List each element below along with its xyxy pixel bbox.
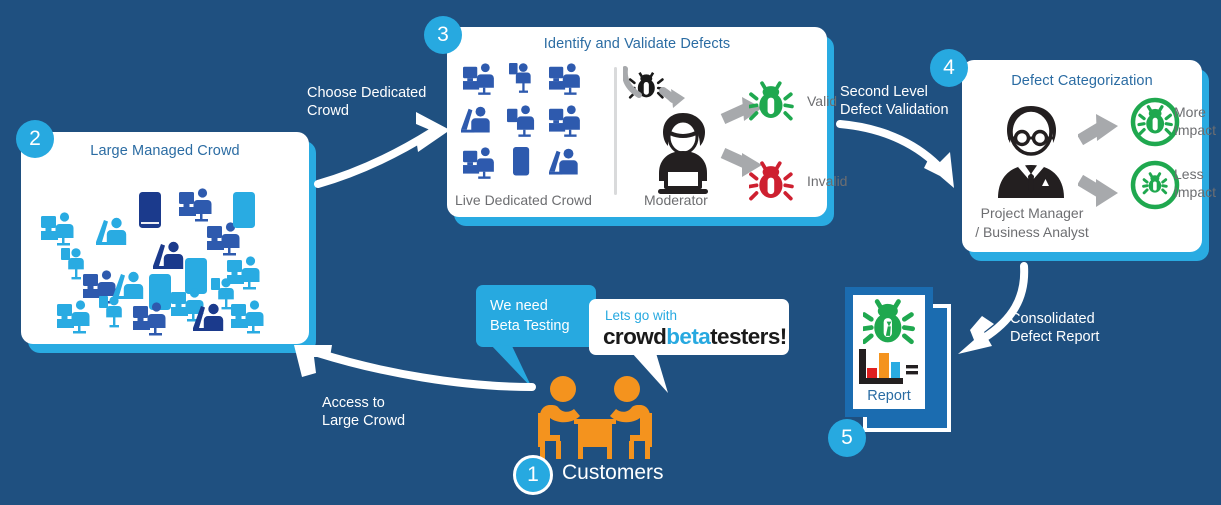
more-impact-bug-icon bbox=[1130, 97, 1180, 147]
panel-defect-categorization: Defect Categorization More Impact Less I… bbox=[962, 60, 1216, 252]
arrow-choose-dedicated-crowd bbox=[314, 112, 450, 188]
second-level-line2: Defect Validation bbox=[840, 102, 949, 118]
invalid-bug-icon bbox=[749, 161, 794, 201]
customers-label: Customers bbox=[562, 461, 664, 484]
less-impact-line1: Less bbox=[1174, 166, 1204, 182]
logo-beta: beta bbox=[666, 324, 711, 349]
choose-crowd-line1: Choose Dedicated bbox=[307, 85, 427, 101]
choose-crowd-line2: Crowd bbox=[307, 103, 349, 119]
panel-categorization-title: Defect Categorization bbox=[1011, 73, 1153, 89]
bubble-we-need-beta-testing: We need Beta Testing bbox=[476, 285, 596, 347]
logo-exclamation: ! bbox=[779, 324, 787, 349]
second-level-line1: Second Level bbox=[840, 84, 928, 100]
step-badge-3: 3 bbox=[424, 16, 462, 54]
project-manager-icon bbox=[998, 106, 1064, 198]
panel-divider bbox=[614, 67, 617, 195]
less-impact-line2: Impact bbox=[1174, 184, 1217, 200]
logo-crowd: crowd bbox=[603, 324, 667, 349]
less-impact-bug-icon bbox=[1130, 160, 1180, 210]
consolidated-line1: Consolidated bbox=[1010, 311, 1095, 327]
step-badge-4: 4 bbox=[930, 49, 968, 87]
crowdbetatesters-logo: crowdbetatesters! bbox=[603, 324, 787, 350]
bubble-logo-tail bbox=[632, 353, 668, 393]
step-badge-5: 5 bbox=[828, 419, 866, 457]
logo-testers: testers bbox=[710, 324, 780, 349]
bubble-lets-go-label: Lets go with bbox=[605, 308, 678, 323]
project-manager-line1: Project Manager bbox=[980, 205, 1084, 221]
valid-label: Valid bbox=[807, 93, 838, 109]
report-bug-icon bbox=[863, 299, 915, 345]
arrow-access-to-large-crowd bbox=[294, 345, 536, 391]
categorization-arrows bbox=[1078, 114, 1118, 207]
panel-crowd-title: Large Managed Crowd bbox=[90, 143, 240, 159]
panel-identify-validate-defects: Identify and Validate Defects Valid Inva… bbox=[447, 27, 847, 217]
access-line1: Access to bbox=[322, 395, 385, 411]
bubble-lets-go-with-crowdbetatesters: Lets go with crowdbetatesters! bbox=[589, 299, 789, 355]
project-manager-line2: / Business Analyst bbox=[975, 224, 1089, 240]
crowd-icons bbox=[41, 188, 264, 336]
more-impact-line1: More bbox=[1174, 104, 1206, 120]
bubble-need-line2: Beta Testing bbox=[490, 318, 570, 334]
report-bar-chart-icon bbox=[859, 349, 918, 384]
step-badge-1: 1 bbox=[513, 455, 553, 495]
bubble-need-line1: We need bbox=[490, 298, 548, 314]
more-impact-line2: Impact bbox=[1174, 122, 1217, 138]
consolidated-line2: Defect Report bbox=[1010, 329, 1100, 345]
label-second-level-defect-validation: Second Level Defect Validation bbox=[840, 83, 949, 119]
label-consolidated-defect-report: Consolidated Defect Report bbox=[1010, 310, 1099, 346]
diagram-canvas: Large Managed Crowd 2 Identify and Valid… bbox=[0, 0, 1221, 505]
step-badge-2: 2 bbox=[16, 120, 54, 158]
bubble-need-text: We need Beta Testing bbox=[490, 296, 570, 336]
label-access-to-large-crowd: Access to Large Crowd bbox=[322, 394, 405, 430]
panel-large-managed-crowd: Large Managed Crowd bbox=[21, 132, 309, 344]
label-choose-dedicated-crowd: Choose Dedicated Crowd bbox=[307, 84, 426, 120]
live-dedicated-crowd-icons bbox=[461, 63, 580, 179]
moderator-caption: Moderator bbox=[644, 192, 708, 208]
valid-bug-icon bbox=[749, 81, 794, 121]
arrow-second-level-defect-validation bbox=[836, 120, 954, 188]
report-label: Report bbox=[867, 388, 911, 404]
live-dedicated-crowd-caption: Live Dedicated Crowd bbox=[455, 192, 592, 208]
access-line2: Large Crowd bbox=[322, 413, 406, 429]
panel-defects-title: Identify and Validate Defects bbox=[543, 36, 731, 52]
